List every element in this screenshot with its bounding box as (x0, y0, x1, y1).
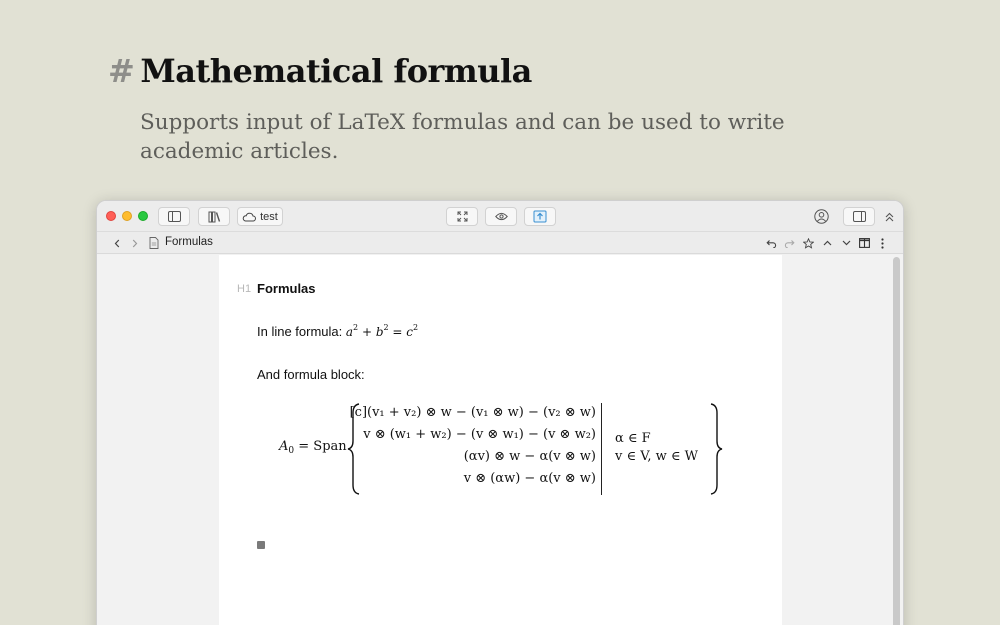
chevron-down-icon (842, 240, 850, 246)
empty-block-handle[interactable] (257, 541, 265, 549)
formula-condition: α ∈ F (615, 431, 651, 446)
library-button[interactable] (198, 207, 230, 226)
back-button[interactable] (111, 235, 123, 251)
undo-button[interactable] (765, 235, 777, 251)
window-close-button[interactable] (106, 211, 116, 221)
titlebar: test (97, 201, 903, 232)
inline-formula-paragraph: In line formula: a2 + b2 = c2 (257, 323, 418, 339)
document-name[interactable]: Formulas (165, 236, 213, 248)
next-heading-button[interactable] (840, 235, 852, 251)
redo-icon (784, 239, 795, 248)
library-icon (208, 211, 220, 222)
collapse-up-icon (885, 212, 893, 221)
fullscreen-icon (457, 211, 467, 222)
window-maximize-button[interactable] (138, 211, 148, 221)
cloud-icon (242, 212, 257, 221)
cloud-label: test (260, 210, 278, 223)
forward-chevron-icon (132, 239, 138, 247)
window-minimize-button[interactable] (122, 211, 132, 221)
export-button[interactable] (524, 207, 556, 226)
undo-icon (765, 239, 776, 248)
redo-button[interactable] (783, 235, 795, 251)
fullscreen-button[interactable] (446, 207, 478, 226)
back-chevron-icon (114, 239, 120, 247)
formula-block: A0 = Span [c](v₁ + v₂) ⊗ w − (v₁ ⊗ w) − … (219, 395, 782, 505)
inline-formula: a2 + b2 = c2 (345, 323, 419, 339)
formula-row: v ⊗ (w₁ + w₂) − (v ⊗ w₁) − (v ⊗ w₂) (363, 427, 596, 442)
split-view-icon (859, 238, 870, 248)
heading-level-marker: H1 (237, 283, 252, 295)
app-window: test Formulas H1 Formulas In line formul… (96, 200, 904, 625)
formula-condition: v ∈ V, w ∈ W (615, 449, 698, 464)
forward-button[interactable] (129, 235, 141, 251)
favorite-button[interactable] (802, 235, 815, 251)
sidebar-toggle-icon (167, 211, 181, 222)
previous-heading-button[interactable] (821, 235, 833, 251)
document-icon (149, 237, 159, 249)
more-icon (880, 237, 884, 249)
hero-hash: # (108, 52, 135, 90)
right-brace (710, 403, 723, 495)
document-heading: Formulas (257, 281, 316, 296)
path-bar: Formulas (97, 232, 903, 254)
hero-title-text: Mathematical formula (140, 52, 532, 90)
chevron-up-icon (823, 240, 831, 246)
sidebar-toggle-button[interactable] (158, 207, 190, 226)
split-view-button[interactable] (858, 235, 871, 251)
formula-row: [c](v₁ + v₂) ⊗ w − (v₁ ⊗ w) − (v₂ ⊗ w) (349, 405, 596, 420)
account-icon (813, 209, 829, 224)
document-icon-wrap (148, 235, 160, 251)
account-button[interactable] (812, 207, 830, 226)
collapse-toolbar-button[interactable] (882, 207, 896, 226)
scrollbar[interactable] (893, 257, 900, 625)
star-icon (803, 237, 814, 249)
block-label: And formula block: (257, 367, 365, 382)
right-panel-icon (852, 211, 866, 222)
inline-label: In line formula: (257, 324, 343, 339)
cloud-sync-button[interactable]: test (237, 207, 283, 226)
hero-subtitle: Supports input of LaTeX formulas and can… (140, 110, 785, 164)
formula-row: v ⊗ (αw) − α(v ⊗ w) (463, 471, 596, 486)
right-panel-button[interactable] (843, 207, 875, 226)
editor-page[interactable]: H1 Formulas In line formula: a2 + b2 = c… (219, 255, 782, 625)
more-menu-button[interactable] (877, 235, 887, 251)
formula-lhs: A0 = Span (279, 439, 347, 456)
preview-button[interactable] (485, 207, 517, 226)
editor-area: H1 Formulas In line formula: a2 + b2 = c… (97, 255, 903, 625)
preview-eye-icon (494, 212, 508, 221)
export-icon (533, 210, 547, 223)
set-divider (601, 403, 602, 495)
hero-title: # Mathematical formula (108, 52, 532, 90)
formula-row: (αv) ⊗ w − α(v ⊗ w) (463, 449, 596, 464)
